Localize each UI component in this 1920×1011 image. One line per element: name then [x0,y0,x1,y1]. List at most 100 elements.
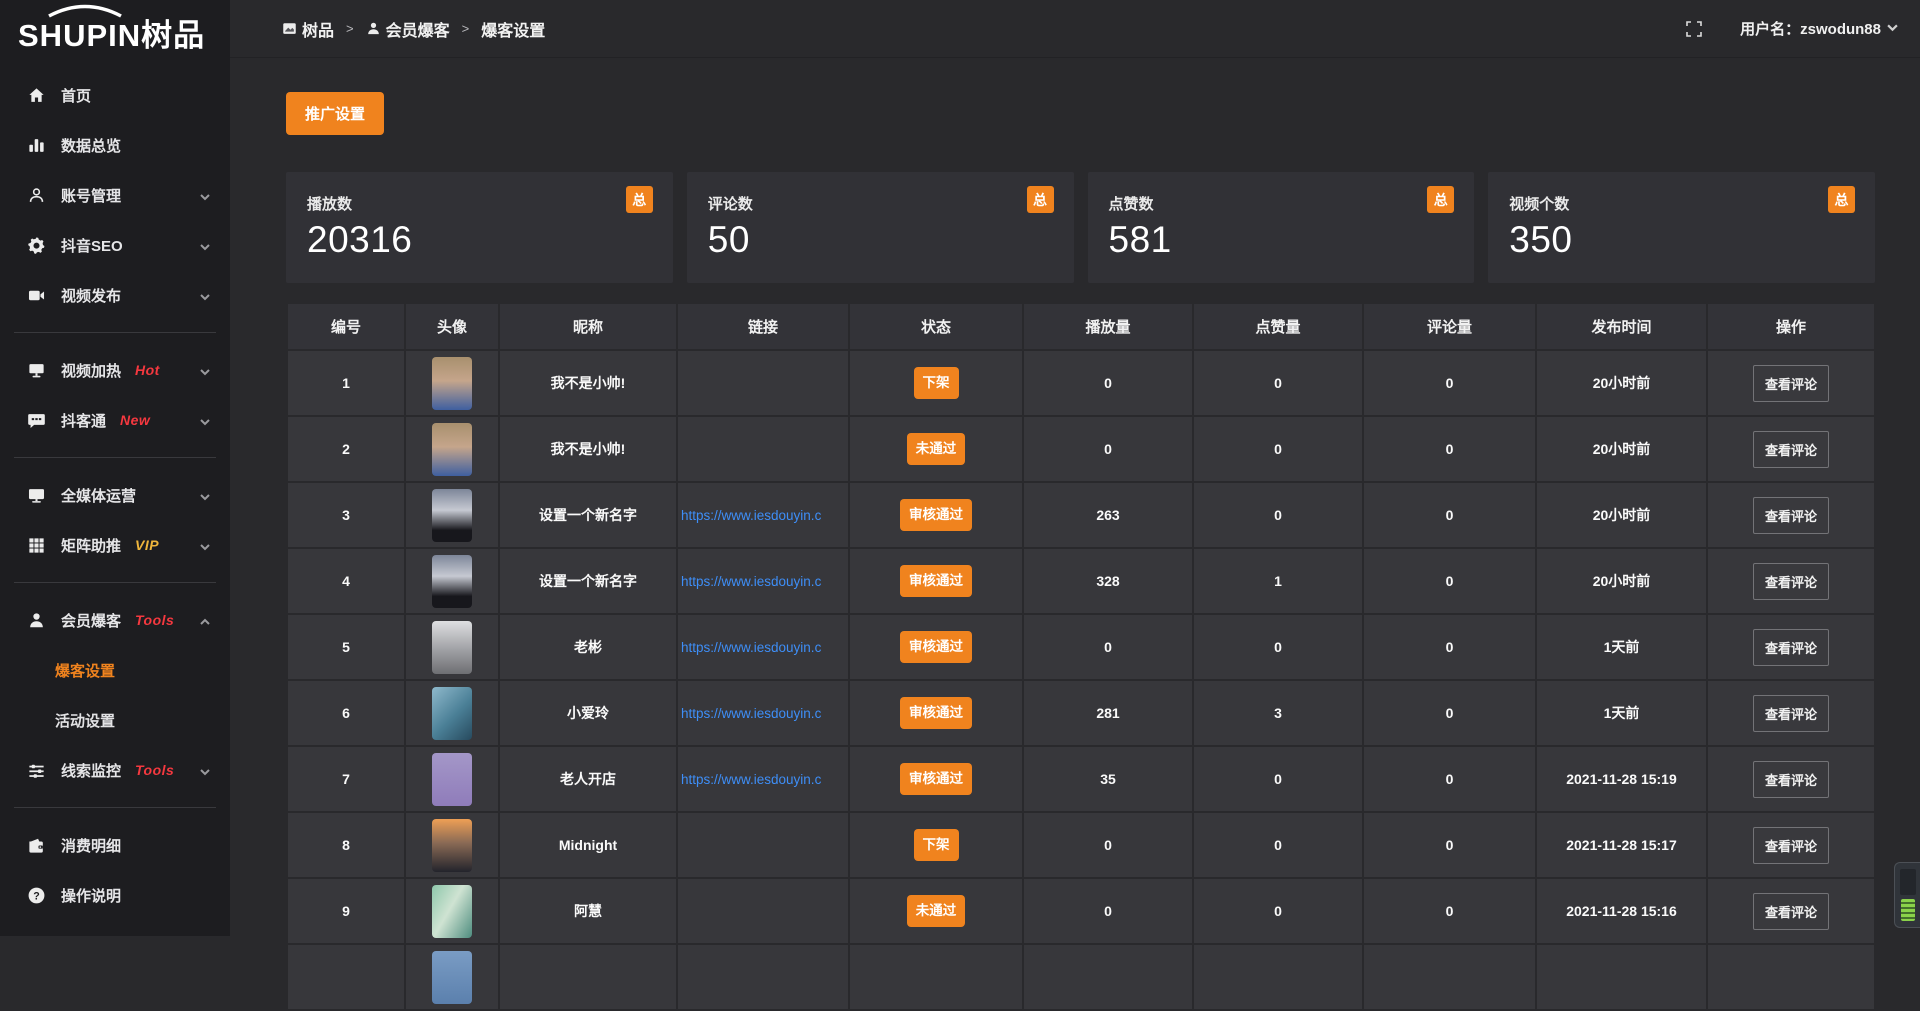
sidebar-item-9[interactable]: 会员爆客Tools [0,595,230,645]
sidebar-item-3[interactable]: 抖音SEO [0,220,230,270]
video-link[interactable]: https://www.iesdouyin.c [681,706,821,721]
cell-likes: 3 [1193,680,1363,746]
cell-status [849,944,1023,1010]
table-row-2: 3设置一个新名字https://www.iesdouyin.c审核通过26300… [287,482,1875,548]
user-icon [26,185,46,205]
grid-icon [26,535,46,555]
col-header-0: 编号 [287,303,405,350]
fullscreen-icon[interactable] [1686,21,1702,37]
cell-plays: 281 [1023,680,1193,746]
sidebar-item-4[interactable]: 视频发布 [0,270,230,320]
view-comments-button[interactable]: 查看评论 [1753,827,1829,864]
cell-action: 查看评论 [1707,680,1875,746]
status-badge: 审核通过 [900,697,972,729]
sidebar-item-6[interactable]: 抖客通New [0,395,230,445]
floating-plugin-widget[interactable] [1894,862,1920,928]
cell-action: 查看评论 [1707,548,1875,614]
sidebar-divider [14,332,216,333]
video-link[interactable]: https://www.iesdouyin.c [681,508,821,523]
breadcrumb-item-1[interactable]: 会员爆客 [366,17,450,41]
member-icon [26,610,46,630]
video-icon [26,285,46,305]
accounts-table: 编号头像昵称链接状态播放量点赞量评论量发布时间操作 1我不是小帅!下架00020… [286,302,1876,1011]
col-header-4: 状态 [849,303,1023,350]
cell-plays: 0 [1023,416,1193,482]
avatar [432,819,472,872]
breadcrumb-item-2[interactable]: 爆客设置 [481,17,545,41]
cell-time: 2021-11-28 15:17 [1536,812,1707,878]
sidebar-subitem-0[interactable]: 爆客设置 [0,645,230,695]
chevron-down-icon [1887,20,1898,37]
avatar [432,687,472,740]
video-link[interactable]: https://www.iesdouyin.c [681,574,821,589]
cell-plays: 0 [1023,614,1193,680]
cell-likes: 0 [1193,746,1363,812]
sidebar-item-11[interactable]: 消费明细 [0,820,230,870]
sidebar-item-label: 视频发布 [61,285,121,306]
breadcrumb-item-0[interactable]: 树品 [282,17,334,41]
sidebar-item-5[interactable]: 视频加热Hot [0,345,230,395]
sidebar-item-7[interactable]: 全媒体运营 [0,470,230,520]
view-comments-button[interactable]: 查看评论 [1753,629,1829,666]
view-comments-button[interactable]: 查看评论 [1753,365,1829,402]
view-comments-button[interactable]: 查看评论 [1753,893,1829,930]
cell-time: 20小时前 [1536,416,1707,482]
view-comments-button[interactable]: 查看评论 [1753,695,1829,732]
monitor-icon [26,485,46,505]
cell-time: 20小时前 [1536,482,1707,548]
cell-action: 查看评论 [1707,812,1875,878]
table-row-1: 2我不是小帅!未通过00020小时前查看评论 [287,416,1875,482]
chevron-down-icon [200,489,210,499]
cell-action: 查看评论 [1707,878,1875,944]
logo-arc-icon [46,3,124,23]
username-text: 用户名：zswodun88 [1740,18,1881,39]
breadcrumb-label: 树品 [302,17,334,41]
main-content: 推广设置 播放数20316总评论数50总点赞数581总视频个数350总 编号头像… [230,59,1920,936]
cell-id: 9 [287,878,405,944]
cell-nickname [499,944,677,1010]
cell-avatar [405,680,499,746]
user-area: 用户名：zswodun88 [1686,18,1898,39]
cell-avatar [405,878,499,944]
sidebar-subitem-1[interactable]: 活动设置 [0,695,230,745]
sidebar-item-1[interactable]: 数据总览 [0,120,230,170]
cell-id: 5 [287,614,405,680]
status-badge: 审核通过 [900,631,972,663]
video-link[interactable]: https://www.iesdouyin.c [681,772,821,787]
avatar [432,423,472,476]
view-comments-button[interactable]: 查看评论 [1753,563,1829,600]
status-badge: 审核通过 [900,499,972,531]
view-comments-button[interactable]: 查看评论 [1753,431,1829,468]
sidebar-divider [14,807,216,808]
view-comments-button[interactable]: 查看评论 [1753,497,1829,534]
cell-id: 3 [287,482,405,548]
sidebar-item-12[interactable]: ? 操作说明 [0,870,230,920]
status-badge: 审核通过 [900,763,972,795]
table-body: 1我不是小帅!下架00020小时前查看评论2我不是小帅!未通过00020小时前查… [287,350,1875,1010]
video-link[interactable]: https://www.iesdouyin.c [681,640,821,655]
col-header-9: 操作 [1707,303,1875,350]
cell-comments: 0 [1363,548,1536,614]
sidebar-item-0[interactable]: 首页 [0,70,230,120]
cell-status: 审核通过 [849,548,1023,614]
cell-time: 1天前 [1536,614,1707,680]
sidebar-item-2[interactable]: 账号管理 [0,170,230,220]
display-icon [26,360,46,380]
view-comments-button[interactable]: 查看评论 [1753,761,1829,798]
sidebar-item-label: 操作说明 [61,885,121,906]
plugin-green-bars-icon [1901,899,1915,921]
cell-link: https://www.iesdouyin.c [677,746,849,812]
promo-settings-button[interactable]: 推广设置 [286,92,384,135]
avatar [432,885,472,938]
cell-link: https://www.iesdouyin.c [677,614,849,680]
cell-nickname: 我不是小帅! [499,350,677,416]
cell-comments: 0 [1363,812,1536,878]
sidebar-item-10[interactable]: 线索监控Tools [0,745,230,795]
sidebar-item-label: 线索监控 [61,760,121,781]
cell-nickname: 老彬 [499,614,677,680]
username-menu[interactable]: 用户名：zswodun88 [1740,18,1898,39]
cell-action: 查看评论 [1707,614,1875,680]
sidebar-item-8[interactable]: 矩阵助推VIP [0,520,230,570]
cell-likes: 0 [1193,614,1363,680]
svg-text:?: ? [33,890,40,902]
